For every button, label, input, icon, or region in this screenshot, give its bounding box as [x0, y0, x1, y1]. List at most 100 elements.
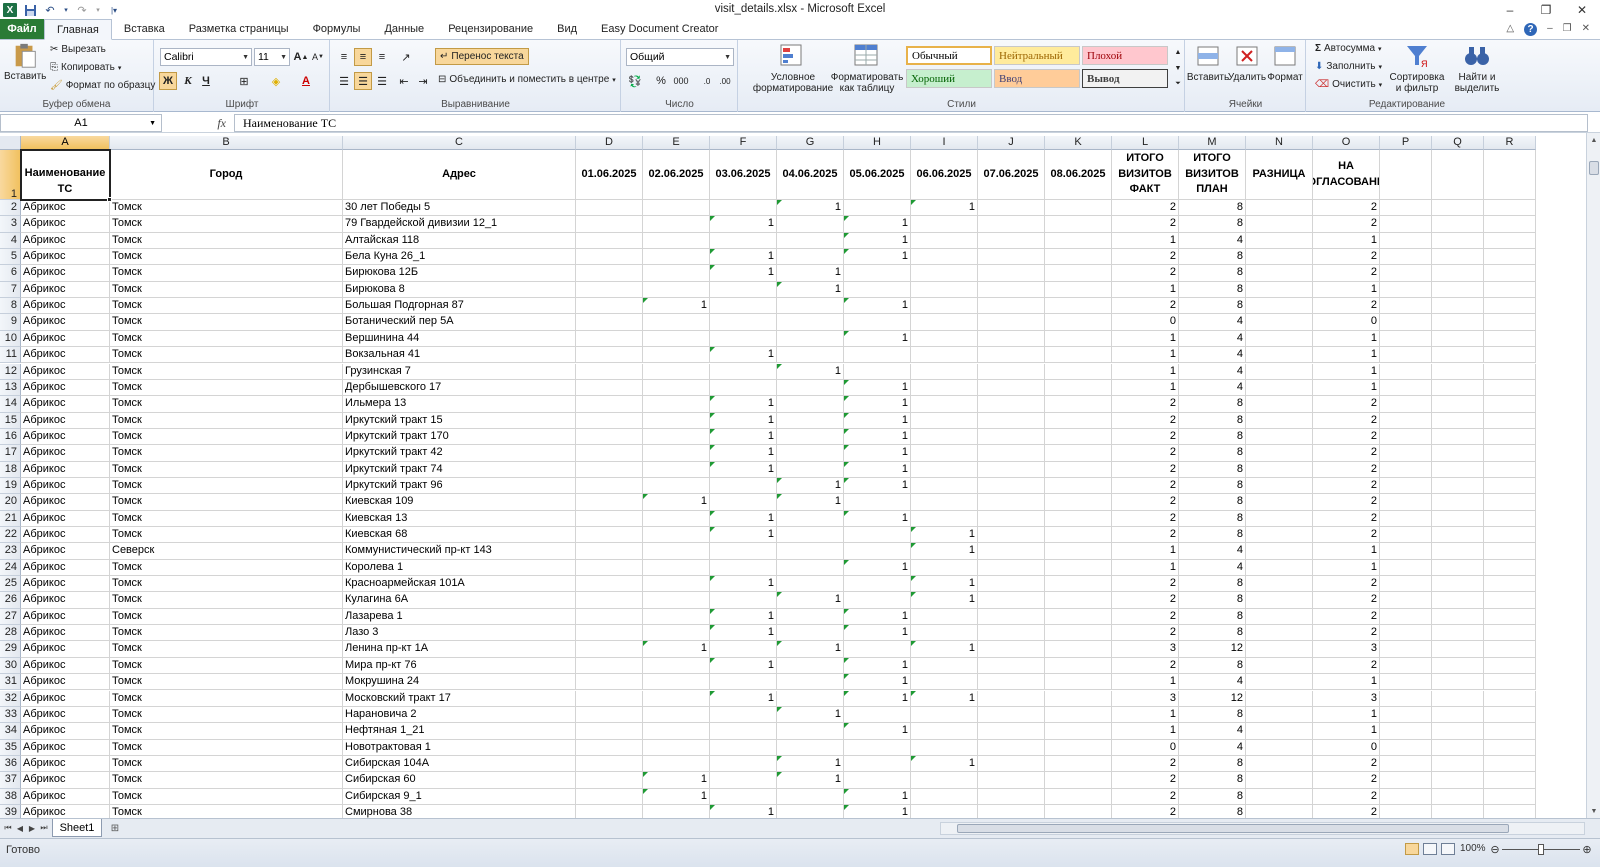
cell-p38[interactable]	[1380, 788, 1432, 805]
cell-k15[interactable]	[1045, 412, 1112, 429]
cell-h7[interactable]	[844, 281, 911, 299]
cell-b26[interactable]: Томск	[110, 592, 343, 609]
cell-q25[interactable]	[1432, 576, 1484, 593]
cell-e3[interactable]	[643, 216, 710, 233]
row-header[interactable]: 1	[0, 150, 21, 200]
first-sheet-icon[interactable]: ⏮	[2, 821, 14, 835]
bold-button[interactable]: Ж	[159, 72, 177, 90]
cell-d33[interactable]	[576, 706, 643, 724]
sort-filter-button[interactable]: Я Сортировка и фильтр	[1387, 43, 1447, 94]
cell-c27[interactable]: Лазарева 1	[343, 608, 576, 626]
cell-c22[interactable]: Киевская 68	[343, 527, 576, 544]
row-header[interactable]: 30	[0, 657, 21, 675]
cell-c18[interactable]: Иркутский тракт 74	[343, 461, 576, 478]
cell-j37[interactable]	[978, 772, 1045, 789]
cell-k11[interactable]	[1045, 347, 1112, 364]
cell-m28[interactable]: 8	[1179, 625, 1246, 642]
cell-m30[interactable]: 8	[1179, 657, 1246, 675]
cell-r16[interactable]	[1484, 428, 1536, 446]
cell-h21[interactable]: 1	[844, 510, 911, 527]
cell-f10[interactable]	[710, 330, 777, 348]
cell-i32[interactable]: 1	[911, 690, 978, 707]
cell-a23[interactable]: Абрикос	[21, 543, 110, 560]
cell-p5[interactable]	[1380, 249, 1432, 266]
cell-r11[interactable]	[1484, 347, 1536, 364]
cell-d32[interactable]	[576, 690, 643, 707]
cell-k21[interactable]	[1045, 510, 1112, 527]
cell-q34[interactable]	[1432, 723, 1484, 740]
cell-f31[interactable]	[710, 674, 777, 691]
cell-a27[interactable]: Абрикос	[21, 608, 110, 626]
cell-f25[interactable]: 1	[710, 576, 777, 593]
cell-d13[interactable]	[576, 379, 643, 397]
cell-r38[interactable]	[1484, 788, 1536, 805]
cell-q4[interactable]	[1432, 232, 1484, 250]
find-select-button[interactable]: Найти и выделить	[1449, 43, 1505, 94]
cell-g14[interactable]	[777, 396, 844, 413]
page-break-view-icon[interactable]	[1441, 843, 1455, 855]
row-header[interactable]: 13	[0, 379, 21, 397]
cell-q21[interactable]	[1432, 510, 1484, 527]
cell-a29[interactable]: Абрикос	[21, 641, 110, 658]
cell-e7[interactable]	[643, 281, 710, 299]
cell-o30[interactable]: 2	[1313, 657, 1380, 675]
cell-c39[interactable]: Смирнова 38	[343, 804, 576, 818]
cell-c30[interactable]: Мира пр-кт 76	[343, 657, 576, 675]
cell-g22[interactable]	[777, 527, 844, 544]
cell-e20[interactable]: 1	[643, 494, 710, 511]
cell-c36[interactable]: Сибирская 104А	[343, 755, 576, 773]
cell-h37[interactable]	[844, 772, 911, 789]
cell-k1[interactable]: 08.06.2025	[1045, 150, 1112, 200]
cell-c4[interactable]: Алтайская 118	[343, 232, 576, 250]
cell-i12[interactable]	[911, 363, 978, 380]
cell-c28[interactable]: Лазо 3	[343, 625, 576, 642]
cell-q37[interactable]	[1432, 772, 1484, 789]
paste-button[interactable]: Вставить	[4, 42, 46, 82]
cell-q1[interactable]	[1432, 150, 1484, 200]
undo-icon[interactable]: ↶	[43, 3, 57, 17]
cell-h36[interactable]	[844, 755, 911, 773]
cell-q6[interactable]	[1432, 265, 1484, 282]
cell-i1[interactable]: 06.06.2025	[911, 150, 978, 200]
thousands-button[interactable]: 000	[672, 72, 690, 90]
cell-n1[interactable]: РАЗНИЦА	[1246, 150, 1313, 200]
cell-m23[interactable]: 4	[1179, 543, 1246, 560]
style-output[interactable]: Вывод	[1082, 69, 1168, 88]
cell-e24[interactable]	[643, 559, 710, 577]
cell-k30[interactable]	[1045, 657, 1112, 675]
cell-e33[interactable]	[643, 706, 710, 724]
cell-p32[interactable]	[1380, 690, 1432, 707]
cell-m9[interactable]: 4	[1179, 314, 1246, 331]
merge-center-button[interactable]: ⊟ Объединить и поместить в центре ▾	[438, 74, 616, 85]
cell-k8[interactable]	[1045, 298, 1112, 315]
cell-k23[interactable]	[1045, 543, 1112, 560]
cell-d1[interactable]: 01.06.2025	[576, 150, 643, 200]
cell-b9[interactable]: Томск	[110, 314, 343, 331]
cell-o18[interactable]: 2	[1313, 461, 1380, 478]
cell-c29[interactable]: Ленина пр-кт 1А	[343, 641, 576, 658]
cell-q31[interactable]	[1432, 674, 1484, 691]
cell-a38[interactable]: Абрикос	[21, 788, 110, 805]
row-header[interactable]: 34	[0, 723, 21, 740]
cell-o14[interactable]: 2	[1313, 396, 1380, 413]
style-neutral[interactable]: Нейтральный	[994, 46, 1080, 65]
cell-f28[interactable]: 1	[710, 625, 777, 642]
grow-font-button[interactable]: A ▲	[292, 48, 310, 66]
cell-f30[interactable]: 1	[710, 657, 777, 675]
cell-f39[interactable]: 1	[710, 804, 777, 818]
cell-o4[interactable]: 1	[1313, 232, 1380, 250]
cell-h27[interactable]: 1	[844, 608, 911, 626]
cell-e2[interactable]	[643, 200, 710, 217]
cell-e39[interactable]	[643, 804, 710, 818]
cell-r9[interactable]	[1484, 314, 1536, 331]
cell-a35[interactable]: Абрикос	[21, 739, 110, 756]
cell-g21[interactable]	[777, 510, 844, 527]
cell-n9[interactable]	[1246, 314, 1313, 331]
row-header[interactable]: 37	[0, 772, 21, 789]
cell-b30[interactable]: Томск	[110, 657, 343, 675]
cell-f27[interactable]: 1	[710, 608, 777, 626]
cell-g35[interactable]	[777, 739, 844, 756]
cell-a33[interactable]: Абрикос	[21, 706, 110, 724]
cell-g33[interactable]: 1	[777, 706, 844, 724]
cell-e35[interactable]	[643, 739, 710, 756]
